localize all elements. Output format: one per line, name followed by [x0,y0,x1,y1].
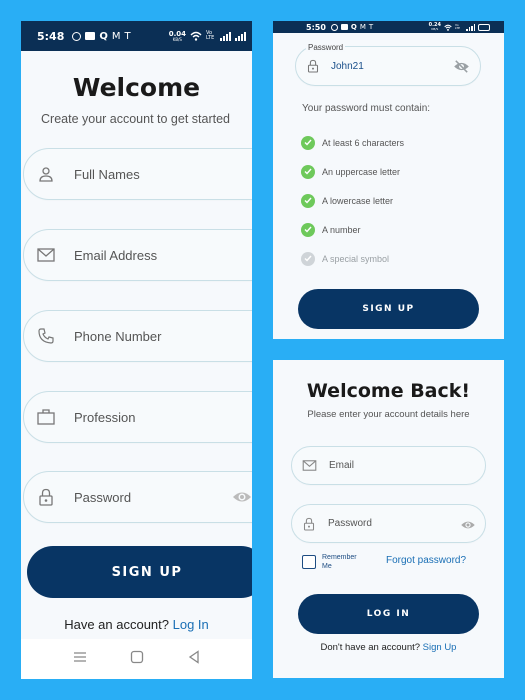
whatsapp-icon [72,31,82,41]
no-account-text: Don't have an account? [320,642,421,653]
q-app-icon: Q [350,23,357,31]
have-account-text: Have an account? [64,617,169,632]
t-app-icon: T [124,30,131,42]
person-icon [36,166,56,182]
check-icon [301,193,315,208]
login-link[interactable]: Log In [173,617,209,632]
signup-screen: 5:48 Q M T 0.04 KB/S Vo LTE Welcome Crea… [21,21,252,679]
wifi-icon [190,31,202,41]
rule-item: A special symbol [301,244,404,273]
password-placeholder: Password [74,489,132,505]
password-rules-heading: Your password must contain: [302,103,431,114]
rule-item: At least 6 characters [301,128,404,157]
login-button[interactable]: LOG IN [298,594,479,634]
profession-placeholder: Profession [74,409,136,425]
email-field[interactable]: Email Address [23,229,252,281]
status-right: 0.24 KB/S Vo LTE [429,23,490,31]
signup-button[interactable]: SIGN UP [298,289,479,329]
q-app-icon: Q [99,30,108,42]
home-nav-icon[interactable] [130,650,144,669]
password-field[interactable]: Password [291,504,486,543]
password-rules-screen: 5:50 Q M T 0.24 KB/S Vo LTE Password Joh… [273,21,504,339]
signal-icon [466,23,475,31]
youtube-icon [340,24,348,30]
password-placeholder: Password [328,518,372,529]
eye-icon[interactable] [460,518,476,536]
no-account-row: Don't have an account? Sign Up [273,642,504,653]
email-field[interactable]: Email [291,446,486,485]
signal-icon-2 [235,31,246,41]
net-speed: 0.04 KB/S [168,29,186,42]
full-names-placeholder: Full Names [74,166,140,182]
notification-icons: Q M T [72,30,131,42]
rule-label: At least 6 characters [322,137,405,148]
net-speed: 0.24 KB/S [428,22,441,31]
check-icon [301,135,315,150]
rule-label: A special symbol [322,253,390,264]
password-value: John21 [331,60,364,72]
rule-item: A number [301,215,404,244]
check-icon [301,222,315,237]
password-label: Password [306,43,346,52]
rule-label: A number [322,224,361,235]
profession-field[interactable]: Profession [23,391,252,443]
phone-placeholder: Phone Number [74,328,162,344]
remember-me-checkbox[interactable] [302,555,316,569]
eye-off-icon[interactable] [453,60,470,78]
volte-label: Vo LTE [206,30,215,41]
lock-icon [36,488,56,506]
status-bar: 5:50 Q M T 0.24 KB/S Vo LTE [273,21,504,33]
status-time: 5:48 [37,29,65,43]
android-nav-bar [21,639,252,679]
login-screen: Welcome Back! Please enter your account … [273,360,504,678]
rule-label: An uppercase letter [322,166,401,177]
rule-item: A lowercase letter [301,186,404,215]
remember-me-label: Remember Me [322,554,357,570]
lock-icon [303,517,315,531]
check-icon [301,164,315,179]
full-names-field[interactable]: Full Names [23,148,252,200]
status-right: 0.04 KB/S Vo LTE [168,29,246,42]
signal-icon [220,31,231,41]
mail-icon [36,248,56,262]
have-account-row: Have an account? Log In [21,617,252,632]
lock-icon [307,59,319,73]
briefcase-icon [36,409,56,425]
notification-icons: Q M T [330,23,374,31]
rule-item: An uppercase letter [301,157,404,186]
status-time: 5:50 [306,22,326,32]
back-nav-icon[interactable] [188,649,200,669]
password-rules-list: At least 6 characters An uppercase lette… [301,128,404,273]
wifi-icon [444,24,452,31]
mail-icon [302,460,317,471]
page-subtitle: Create your account to get started [41,112,230,126]
page-title: Welcome [72,73,201,102]
status-bar: 5:48 Q M T 0.04 KB/S Vo LTE [21,21,252,51]
phone-field[interactable]: Phone Number [23,310,252,362]
email-placeholder: Email Address [74,247,158,263]
phone-icon [36,328,56,344]
eye-icon[interactable] [232,489,252,510]
signup-button[interactable]: SIGN UP [27,546,252,598]
forgot-password-link[interactable]: Forgot password? [386,555,466,566]
page-title: Welcome Back! [306,380,471,402]
gmail-icon: M [111,30,121,42]
rule-label: A lowercase letter [322,195,394,206]
password-field[interactable]: Password John21 [295,43,481,86]
check-icon [301,251,315,266]
signup-link[interactable]: Sign Up [423,642,457,653]
t-app-icon: T [368,23,374,31]
battery-icon [478,23,490,31]
page-subtitle: Please enter your account details here [307,409,470,420]
password-field[interactable]: Password [23,471,252,523]
volte-label: Vo LTE [455,23,460,30]
gmail-icon: M [359,23,366,31]
youtube-icon [85,32,96,40]
remember-me-row: Remember Me [302,553,360,571]
whatsapp-icon [330,23,338,31]
email-placeholder: Email [329,460,355,471]
menu-nav-icon[interactable] [73,650,87,668]
